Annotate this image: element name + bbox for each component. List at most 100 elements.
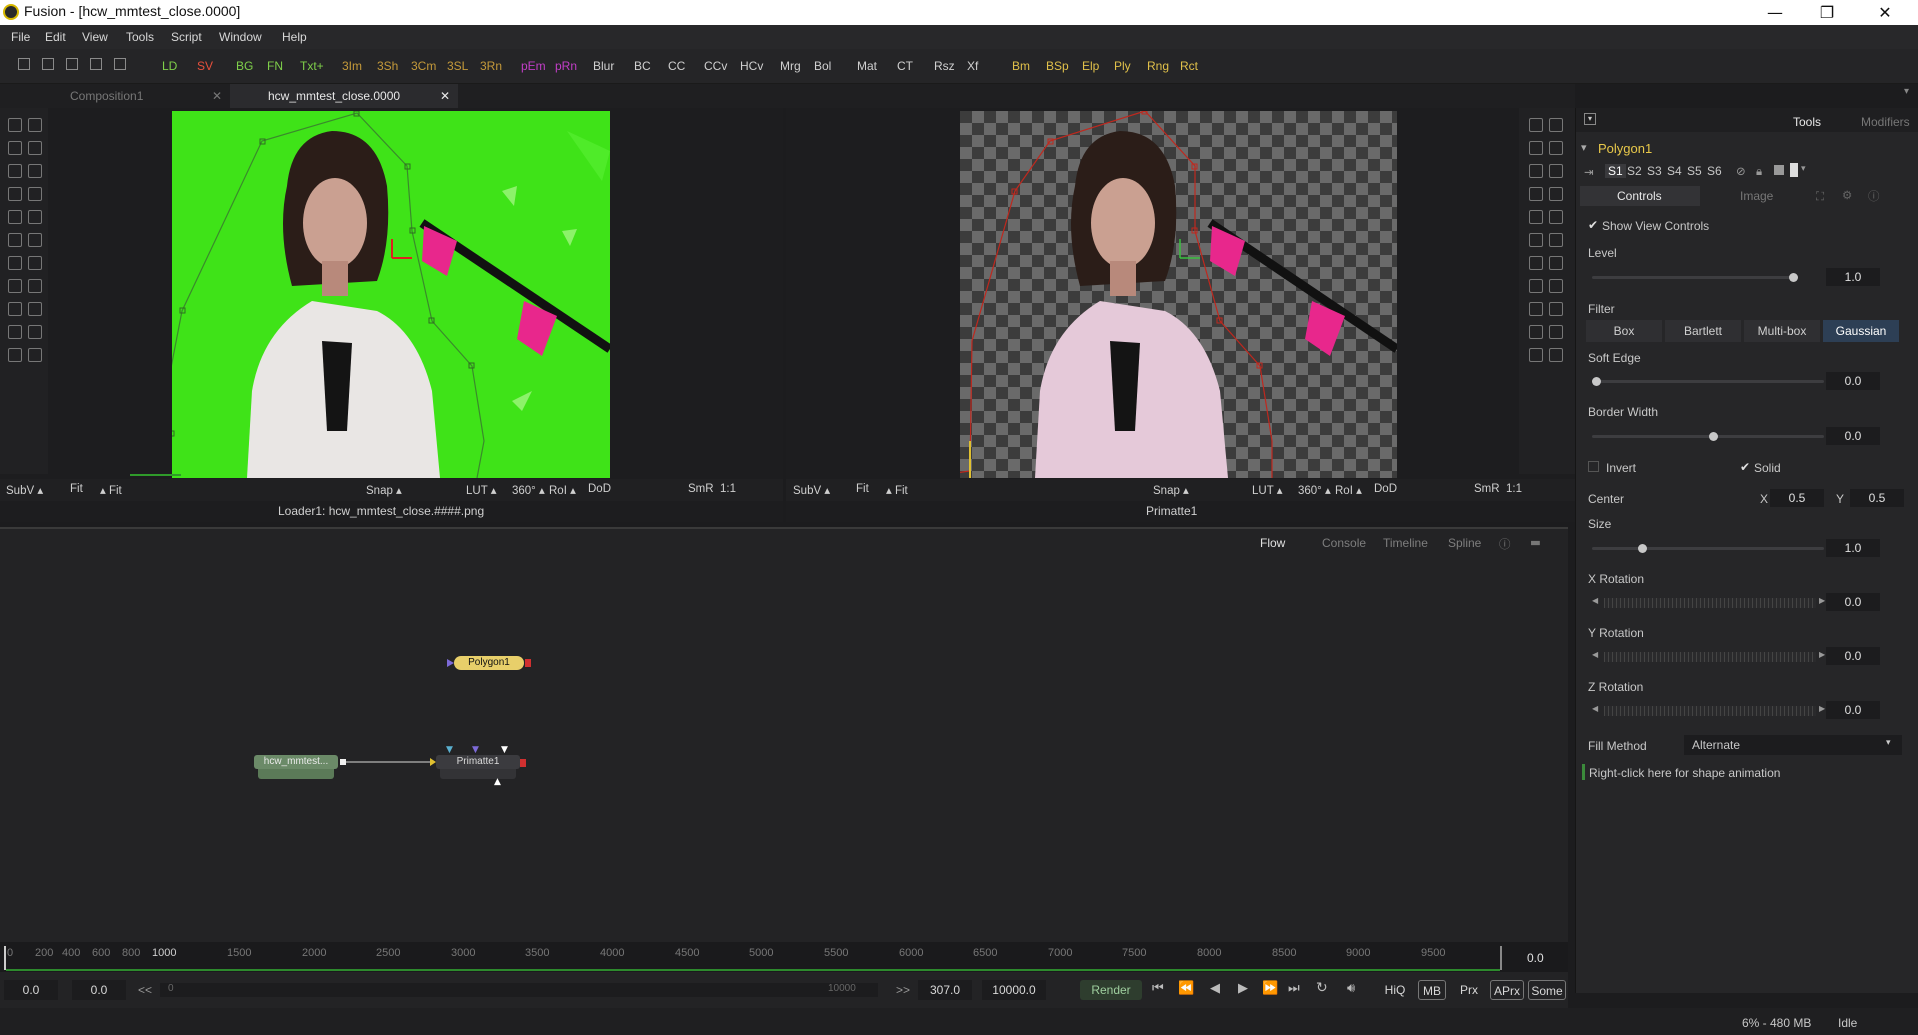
tab-console[interactable]: Console [1322,536,1366,550]
border-width-slider[interactable] [1592,435,1824,438]
subview-dropdown[interactable]: SubV ▴ [6,483,43,497]
center-x-value[interactable]: 0.5 [1770,489,1824,507]
tool-button-cc[interactable]: CC [668,59,685,73]
lock-icon[interactable]: 🔒︎ [1756,164,1762,179]
modifiers-icon[interactable]: ⛶ [1816,189,1824,204]
menu-file[interactable]: File [11,30,30,44]
viewer-tool-icon[interactable] [8,210,22,224]
some-button[interactable]: Some [1528,980,1566,1000]
help-icon[interactable]: ⓘ [1868,188,1880,204]
step-back-icon[interactable]: ⏪ [1178,981,1194,996]
render-end-field[interactable]: 307.0 [918,980,972,1000]
loop-icon[interactable]: ↻ [1316,980,1328,996]
z-rotation-thumbwheel[interactable] [1604,706,1816,716]
tool-button-ld[interactable]: LD [162,59,177,73]
viewer-tool-icon[interactable] [28,302,42,316]
tool-button-ct[interactable]: CT [897,59,913,73]
global-start-field[interactable]: 0.0 [4,980,58,1000]
fit-button[interactable]: Fit [856,483,869,495]
cache-icon[interactable] [1774,165,1784,175]
polygon-output-port[interactable] [525,659,531,667]
layout-quad-icon[interactable] [90,58,102,70]
border-width-value[interactable]: 0.0 [1826,427,1880,445]
prx-button[interactable]: Prx [1454,980,1484,1000]
viewer-tool-icon[interactable] [8,302,22,316]
tool-button-bol[interactable]: Bol [814,59,831,73]
border-width-slider-handle[interactable] [1709,432,1718,441]
shape-animation-hint[interactable]: Right-click here for shape animation [1589,766,1780,780]
viewer-tool-icon[interactable] [1529,256,1543,270]
shape-tab-s2[interactable]: S2 [1627,164,1642,178]
viewer-tool-icon[interactable] [28,325,42,339]
tool-button-fn[interactable]: FN [267,59,283,73]
viewer-tool-icon[interactable] [28,187,42,201]
lut-dropdown[interactable]: LUT ▴ [1252,483,1283,497]
filter-gaussian-button[interactable]: Gaussian [1823,320,1899,342]
menu-edit[interactable]: Edit [45,30,66,44]
viewer-tool-icon[interactable] [8,279,22,293]
viewer-tool-icon[interactable] [1549,187,1563,201]
show-view-controls-checkbox[interactable]: ✔ [1588,218,1598,232]
subview-dropdown[interactable]: SubV ▴ [793,483,830,497]
fill-method-dropdown[interactable]: Alternate ▾ [1684,735,1902,755]
tab-close-icon[interactable]: ✕ [212,84,222,108]
solid-matte-input-icon[interactable]: ▼ [501,745,508,755]
z-rotation-value[interactable]: 0.0 [1826,701,1880,719]
x-rotation-right-arrow-icon[interactable]: ▶ [1819,596,1825,605]
tool-button-3im[interactable]: 3Im [342,59,362,73]
tool-button-rng[interactable]: Rng [1147,59,1169,73]
filter-multibox-button[interactable]: Multi-box [1744,320,1820,342]
current-time-value[interactable]: 0.0 [1527,951,1544,965]
expand-tool-icon[interactable]: ▾ [1581,141,1587,154]
viewer-tool-icon[interactable] [1549,279,1563,293]
tool-button-rct[interactable]: Rct [1180,59,1198,73]
viewer-tool-icon[interactable] [8,233,22,247]
maximize-button[interactable]: ❐ [1804,0,1850,25]
viewer-tool-icon[interactable] [1549,141,1563,155]
viewer-tool-icon[interactable] [1529,348,1543,362]
roi-dropdown[interactable]: RoI ▴ [549,483,576,497]
viewer-tool-icon[interactable] [1529,210,1543,224]
soft-edge-slider[interactable] [1592,380,1824,383]
render-button[interactable]: Render [1080,980,1142,1000]
collapse-icon[interactable]: ▾ [1584,113,1596,125]
shape-tab-s5[interactable]: S5 [1687,164,1702,178]
print-icon[interactable] [114,58,126,70]
x-rotation-left-arrow-icon[interactable]: ◀ [1592,596,1598,605]
audio-icon[interactable]: 🔊︎ [1347,981,1355,996]
garbage-matte-input-icon[interactable]: ▼ [446,745,453,755]
viewer-tool-icon[interactable] [1549,210,1563,224]
z-rotation-right-arrow-icon[interactable]: ▶ [1819,704,1825,713]
tool-button-mat[interactable]: Mat [857,59,877,73]
tab-hcw-mmtest[interactable]: hcw_mmtest_close.0000 ✕ [230,84,458,108]
viewer-tool-icon[interactable] [1549,325,1563,339]
viewer-tool-icon[interactable] [28,256,42,270]
size-slider[interactable] [1592,547,1824,550]
tool-button-blur[interactable]: Blur [593,59,614,73]
viewer-tool-icon[interactable] [8,187,22,201]
scroll-forward-button[interactable]: >> [892,980,914,1000]
viewer-tool-icon[interactable] [1549,164,1563,178]
mb-button[interactable]: MB [1418,980,1446,1000]
y-rotation-left-arrow-icon[interactable]: ◀ [1592,650,1598,659]
tool-button-hcv[interactable]: HCv [740,59,763,73]
rotation-dropdown[interactable]: 360° ▴ [512,483,545,497]
polygon-input-icon[interactable] [447,659,454,667]
disable-icon[interactable]: ⊘ [1736,164,1746,178]
range-end-marker[interactable] [1500,946,1502,970]
aprx-button[interactable]: APrx [1490,980,1524,1000]
node-loader[interactable]: hcw_mmtest... [254,755,338,769]
tab-controls[interactable]: Controls [1580,186,1700,206]
tool-button-bc[interactable]: BC [634,59,651,73]
smr-button[interactable]: SmR [688,483,714,495]
z-rotation-left-arrow-icon[interactable]: ◀ [1592,704,1598,713]
viewer-tool-icon[interactable] [1549,302,1563,316]
shape-tab-s4[interactable]: S4 [1667,164,1682,178]
viewer-tool-icon[interactable] [28,210,42,224]
tab-composition1[interactable]: Composition1 ✕ [0,84,228,108]
tool-button-bm[interactable]: Bm [1012,59,1030,73]
viewer-tool-icon[interactable] [8,256,22,270]
layout-single-icon[interactable] [18,58,30,70]
viewer-tool-icon[interactable] [8,348,22,362]
level-slider[interactable] [1592,276,1792,279]
